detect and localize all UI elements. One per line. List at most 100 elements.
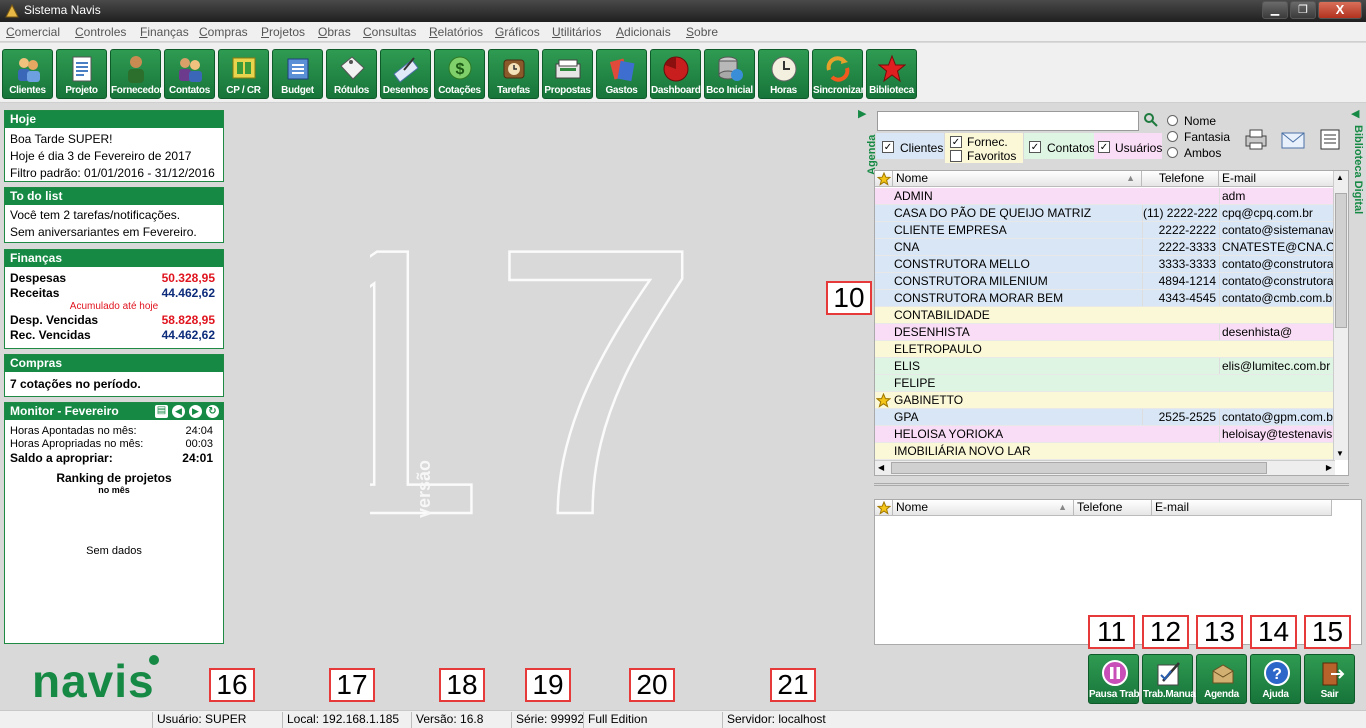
column-header-email[interactable]: E-mail [1152, 500, 1332, 516]
menu-relatorios[interactable]: Relatórios [429, 25, 483, 39]
pause-work-button[interactable]: Pausa Trab [1088, 654, 1140, 704]
filter-fornec[interactable]: ✓ Fornec. Favoritos [945, 133, 1023, 163]
toolbar-rotulos-button[interactable]: Rótulos [326, 49, 377, 99]
search-input[interactable] [877, 111, 1139, 131]
library-tab[interactable]: Biblioteca Digital [1352, 125, 1364, 214]
receitas-value: 44.462,62 [161, 286, 215, 300]
table-row[interactable]: GABINETTO [875, 392, 1335, 409]
usuarios-checkbox[interactable]: ✓ [1098, 141, 1110, 153]
table-row[interactable]: CONSTRUTORA MILENIUM 4894-1214 contato@con… [875, 273, 1335, 290]
menu-projetos[interactable]: Projetos [261, 25, 305, 39]
menu-consultas[interactable]: Consultas [363, 25, 416, 39]
fornec-checkbox[interactable]: ✓ [950, 136, 962, 148]
menu-utilitarios[interactable]: Utilitários [552, 25, 601, 39]
column-header-phone[interactable]: Telefone [1142, 171, 1219, 187]
toolbar-sincronizar-button[interactable]: Sincronizar [812, 49, 864, 99]
toolbar-cpcr-button[interactable]: CP / CR [218, 49, 269, 99]
table-row[interactable]: CNA 2222-3333CNATESTE@CNA.COM [875, 239, 1335, 256]
filter-clientes[interactable]: ✓ Clientes [876, 133, 944, 159]
contatos-checkbox[interactable]: ✓ [1029, 141, 1041, 153]
search-icon[interactable] [1144, 113, 1158, 127]
toolbar-projeto-button[interactable]: Projeto [56, 49, 107, 99]
menu-adicionais[interactable]: Adicionais [616, 25, 671, 39]
vertical-scrollbar[interactable]: ▲ ▼ [1333, 171, 1348, 460]
table-row[interactable]: ADMIN adm [875, 188, 1335, 205]
menu-sobre[interactable]: Sobre [686, 25, 718, 39]
table-row[interactable]: ELETROPAULO [875, 341, 1335, 358]
monitor-prev-icon[interactable]: ◀ [172, 405, 185, 418]
vertical-scroll-thumb[interactable] [1335, 193, 1347, 328]
horizontal-scrollbar[interactable]: ◀ ▶ [875, 460, 1335, 475]
toolbar-dashboard-button[interactable]: Dashboard [650, 49, 701, 99]
restore-button[interactable]: ❐ [1290, 1, 1316, 19]
favorite-column-header[interactable] [875, 500, 893, 516]
export-icon[interactable] [1317, 127, 1343, 151]
toolbar-desenhos-button[interactable]: Desenhos [380, 49, 431, 99]
table-row[interactable]: CLIENTE EMPRESA 2222-2222 contato@sisteman… [875, 222, 1335, 239]
toolbar-propostas-button[interactable]: Propostas [542, 49, 593, 99]
table-row[interactable]: DESENHISTA desenhista@ [875, 324, 1335, 341]
splitter[interactable] [874, 483, 1349, 486]
email-icon[interactable] [1280, 127, 1306, 151]
table-row[interactable]: HELOISA YORIOKA heloisay@testenavis.co [875, 426, 1335, 443]
toolbar-cotacoes-button[interactable]: $ Cotações [434, 49, 485, 99]
toolbar-budget-button[interactable]: Budget [272, 49, 323, 99]
table-row[interactable]: CASA DO PÃO DE QUEIJO MATRIZ (11) 2222-22… [875, 205, 1335, 222]
toolbar-biblioteca-button[interactable]: Biblioteca [866, 49, 917, 99]
column-header-name[interactable]: Nome ▲ [893, 171, 1142, 187]
toolbar-contatos-button[interactable]: Contatos [164, 49, 215, 99]
table-row[interactable]: GPA 2525-2525 contato@gpm.com.br [875, 409, 1335, 426]
menu-obras[interactable]: Obras [318, 25, 351, 39]
toolbar-fornecedor-button[interactable]: Fornecedor [110, 49, 163, 99]
monitor-print-icon[interactable]: ▤ [155, 405, 168, 418]
radio-nome[interactable] [1167, 115, 1178, 126]
favorite-star-icon[interactable] [876, 393, 891, 408]
toolbar-bco-inicial-button[interactable]: Bco Inicial [704, 49, 755, 99]
print-icon[interactable] [1243, 127, 1269, 151]
table-row[interactable]: FELIPE [875, 375, 1335, 392]
manual-work-button[interactable]: Trab.Manual [1142, 654, 1198, 704]
agenda-button[interactable]: Agenda [1196, 654, 1247, 704]
library-tab-arrow-icon[interactable]: ◀ [1351, 107, 1359, 120]
monitor-refresh-icon[interactable]: ↻ [206, 405, 219, 418]
agenda-tab-arrow-icon[interactable]: ▶ [858, 107, 866, 120]
minimize-button[interactable]: ▁ [1262, 1, 1288, 19]
table-row[interactable]: IMOBILIÁRIA NOVO LAR [875, 443, 1335, 460]
todo-tasks[interactable]: Você tem 2 tarefas/notificações. [5, 207, 223, 224]
filter-usuarios[interactable]: ✓ Usuários [1094, 133, 1162, 159]
toolbar-label: Propostas [544, 85, 591, 96]
toolbar-horas-button[interactable]: Horas [758, 49, 809, 99]
help-button[interactable]: ? Ajuda [1250, 654, 1301, 704]
menu-comercial[interactable]: Comercial [6, 25, 60, 39]
table-row[interactable]: CONTABILIDADE [875, 307, 1335, 324]
column-header-phone[interactable]: Telefone [1074, 500, 1152, 516]
monitor-next-icon[interactable]: ▶ [189, 405, 202, 418]
scroll-up-icon[interactable]: ▲ [1336, 173, 1344, 182]
clientes-checkbox[interactable]: ✓ [882, 141, 894, 153]
table-row[interactable]: CONSTRUTORA MELLO 3333-3333 contato@constr… [875, 256, 1335, 273]
version-word: versão [414, 460, 434, 518]
column-header-name[interactable]: Nome ▲ [893, 500, 1074, 516]
favoritos-checkbox[interactable] [950, 150, 962, 162]
column-header-email[interactable]: E-mail [1219, 171, 1335, 187]
menu-graficos[interactable]: Gráficos [495, 25, 540, 39]
close-button[interactable]: X [1318, 1, 1362, 19]
scroll-right-icon[interactable]: ▶ [1326, 463, 1332, 472]
toolbar-gastos-button[interactable]: Gastos [596, 49, 647, 99]
table-row[interactable]: CONSTRUTORA MORAR BEM 4343-4545 contato@cm… [875, 290, 1335, 307]
horizontal-scroll-thumb[interactable] [891, 462, 1267, 474]
table-row[interactable]: ELIS elis@lumitec.com.br [875, 358, 1335, 375]
exit-button[interactable]: Sair [1304, 654, 1355, 704]
menu-controles[interactable]: Controles [75, 25, 126, 39]
scroll-left-icon[interactable]: ◀ [878, 463, 884, 472]
toolbar-tarefas-button[interactable]: Tarefas [488, 49, 539, 99]
apontadas-value: 24:04 [185, 425, 213, 437]
favorite-column-header[interactable] [875, 171, 893, 187]
radio-fantasia[interactable] [1167, 131, 1178, 142]
radio-ambos[interactable] [1167, 147, 1178, 158]
menu-financas[interactable]: Finanças [140, 25, 189, 39]
filter-contatos[interactable]: ✓ Contatos [1024, 133, 1095, 159]
toolbar-clientes-button[interactable]: Clientes [2, 49, 53, 99]
scroll-down-icon[interactable]: ▼ [1336, 449, 1344, 458]
menu-compras[interactable]: Compras [199, 25, 248, 39]
